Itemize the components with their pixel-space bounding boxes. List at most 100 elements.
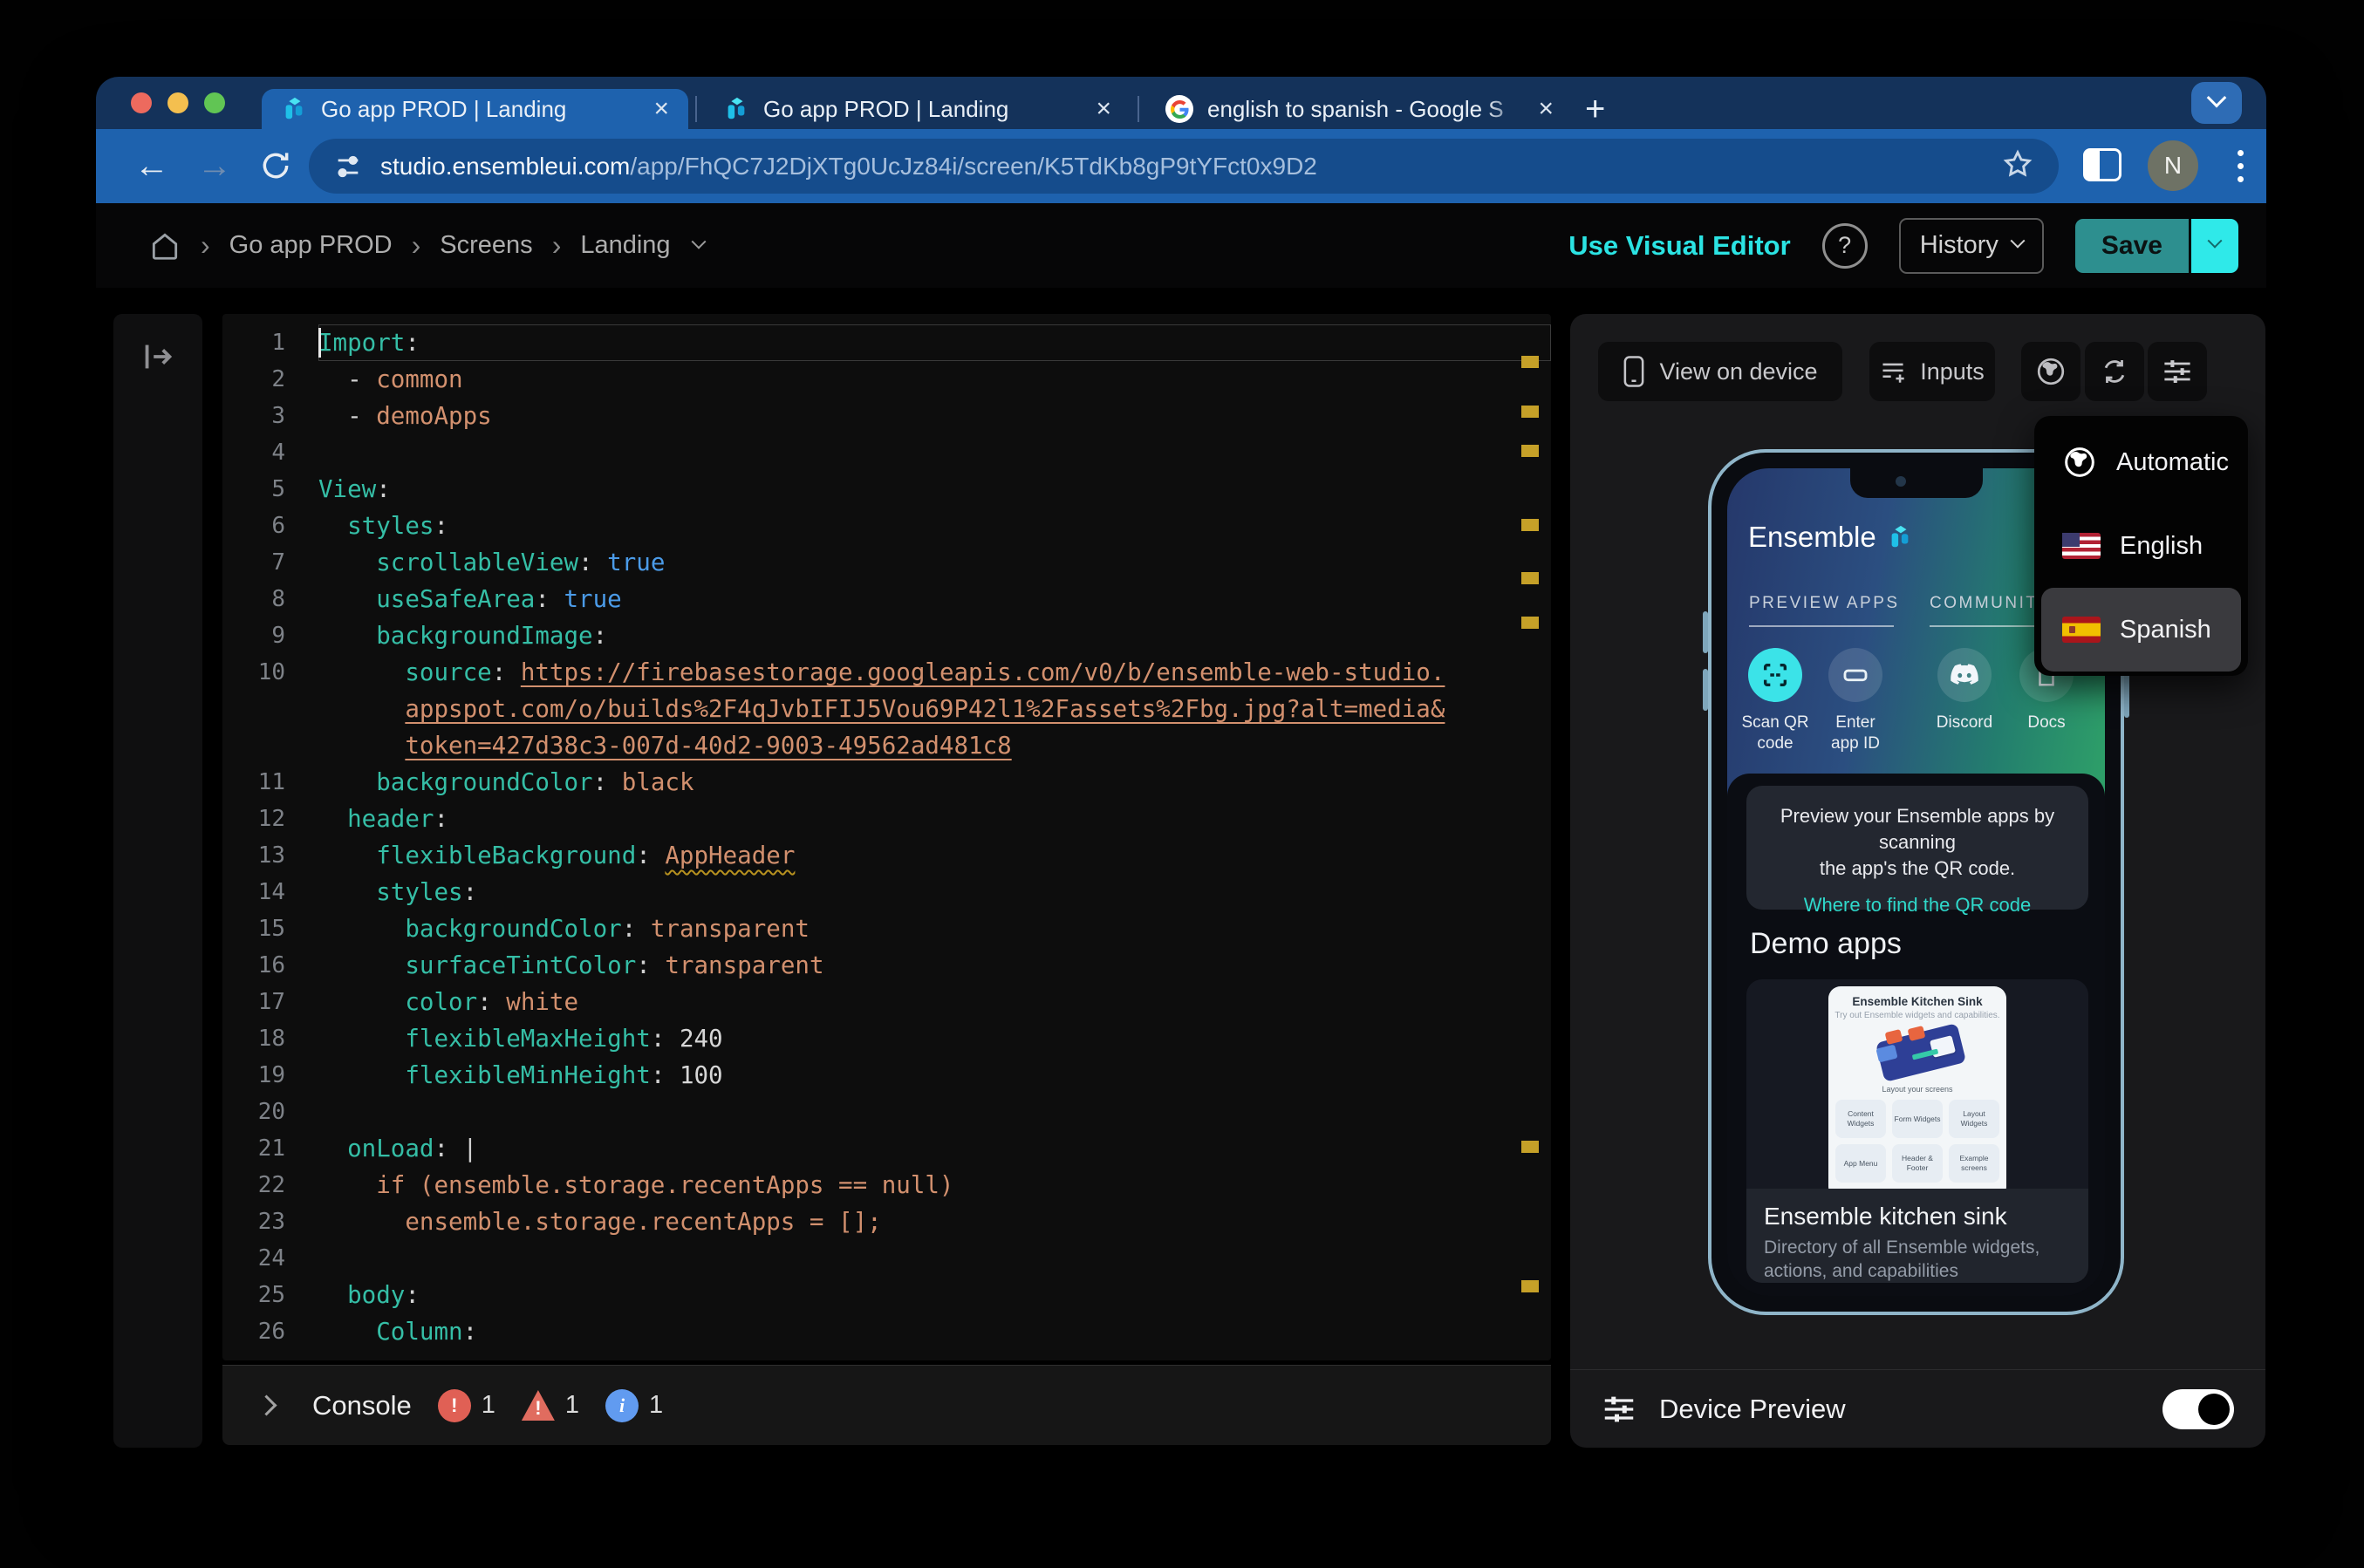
code-text: View: <box>318 475 391 503</box>
volume-down-button <box>1703 669 1708 711</box>
code-line[interactable]: 12 header: <box>222 801 1551 837</box>
url-text: studio.ensembleui.com/app/FhQC7J2DjXTg0U… <box>380 153 1317 181</box>
info-icon: i <box>605 1388 639 1422</box>
code-line[interactable]: 10 source: https://firebasestorage.googl… <box>222 654 1551 691</box>
warning-marker <box>1521 519 1539 531</box>
code-line[interactable]: 21 onLoad: | <box>222 1130 1551 1167</box>
save-button[interactable]: Save <box>2074 218 2189 273</box>
code-line[interactable]: 5 View: <box>222 471 1551 508</box>
content-sheet: Preview your Ensemble apps by scanning t… <box>1727 774 2105 1296</box>
code-text: token=427d38c3-007d-40d2-9003-49562ad481… <box>405 732 1012 760</box>
refresh-button[interactable] <box>2085 342 2144 401</box>
url-path: /app/FhQC7J2DjXTg0UcJz84i/screen/K5TdKb8… <box>630 152 1317 180</box>
sliders-icon <box>2164 360 2190 383</box>
qr-card-link[interactable]: Where to find the QR code <box>1746 894 2088 917</box>
code-line[interactable]: 25 body: <box>222 1277 1551 1313</box>
tab-close-icon[interactable]: × <box>1538 96 1554 122</box>
maximize-window-button[interactable] <box>204 92 225 113</box>
language-button[interactable] <box>2021 342 2080 401</box>
tab-close-icon[interactable]: × <box>653 96 669 122</box>
code-text: Column: <box>376 1318 478 1346</box>
code-line[interactable]: 15 backgroundColor: transparent <box>222 910 1551 947</box>
demo-app-description: Directory of all Ensemble widgets, actio… <box>1764 1237 2040 1281</box>
history-button[interactable]: History <box>1898 217 2044 274</box>
app-brand: Ensemble <box>1748 521 1913 554</box>
qr-info-card: Preview your Ensemble apps by scanning t… <box>1746 786 2088 916</box>
code-line[interactable]: 26 Column: <box>222 1313 1551 1350</box>
preview-settings-button[interactable] <box>2148 342 2207 401</box>
line-number: 7 <box>271 549 285 576</box>
inputs-button[interactable]: Inputs <box>1869 342 1995 401</box>
code-text: styles: <box>347 512 449 540</box>
demo-app-card[interactable]: Ensemble Kitchen Sink Try out Ensemble w… <box>1746 979 2088 1283</box>
code-line[interactable]: 2 - common <box>222 361 1551 398</box>
code-editor[interactable]: 1 Import: 2 - common 3 - demoApps 4 5 View: 6 s… <box>222 314 1551 1360</box>
code-line[interactable]: token=427d38c3-007d-40d2-9003-49562ad481… <box>222 727 1551 764</box>
code-line[interactable]: 1 Import: <box>222 324 1551 361</box>
widget-chip: Form Widgets <box>1892 1100 1943 1138</box>
console-infos[interactable]: i1 <box>605 1388 663 1422</box>
code-line[interactable]: 20 <box>222 1094 1551 1130</box>
use-visual-editor-link[interactable]: Use Visual Editor <box>1568 230 1790 262</box>
console-warnings[interactable]: ! 1 <box>521 1389 579 1422</box>
view-on-device-button[interactable]: View on device <box>1598 342 1842 401</box>
console-bar[interactable]: Console ! 1 ! 1 i1 <box>222 1365 1551 1445</box>
help-button[interactable]: ? <box>1821 222 1868 269</box>
code-line[interactable]: 7 scrollableView: true <box>222 544 1551 581</box>
browser-menu-button[interactable] <box>2223 143 2258 188</box>
minimize-window-button[interactable] <box>167 92 188 113</box>
console-errors[interactable]: ! 1 <box>437 1388 495 1422</box>
code-line[interactable]: 14 styles: <box>222 874 1551 910</box>
code-line[interactable]: 22 if (ensemble.storage.recentApps == nu… <box>222 1167 1551 1203</box>
phone-action-enter[interactable]: Enter app ID <box>1807 648 1903 754</box>
code-line[interactable]: 6 styles: <box>222 508 1551 544</box>
browser-tab[interactable]: english to spanish - Google S × <box>1146 89 1573 129</box>
demo-app-thumbnail: Ensemble Kitchen Sink Try out Ensemble w… <box>1828 986 2006 1199</box>
profile-avatar[interactable]: N <box>2148 140 2198 191</box>
code-line[interactable]: 23 ensemble.storage.recentApps = []; <box>222 1203 1551 1240</box>
breadcrumb-item[interactable]: Landing <box>580 231 670 260</box>
breadcrumb-item[interactable]: Screens <box>440 231 532 260</box>
device-preview-toggle[interactable] <box>2162 1389 2234 1429</box>
code-line[interactable]: 8 useSafeArea: true <box>222 581 1551 617</box>
code-line[interactable]: 3 - demoApps <box>222 398 1551 434</box>
code-line[interactable]: 18 flexibleMaxHeight: 240 <box>222 1020 1551 1057</box>
reload-button[interactable] <box>251 141 300 190</box>
language-option-spanish[interactable]: Spanish <box>2041 588 2241 672</box>
language-option-english[interactable]: English <box>2041 504 2241 588</box>
code-line[interactable]: 4 <box>222 434 1551 471</box>
collapsed-sidebar <box>113 314 202 1448</box>
home-icon[interactable] <box>148 229 181 262</box>
close-window-button[interactable] <box>131 92 152 113</box>
chevron-down-icon[interactable] <box>691 234 707 249</box>
breadcrumb-item[interactable]: Go app PROD <box>229 231 393 260</box>
site-settings-icon[interactable] <box>333 152 363 181</box>
tab-close-icon[interactable]: × <box>1096 96 1111 122</box>
language-option-automatic[interactable]: Automatic <box>2041 420 2241 504</box>
code-line[interactable]: 11 backgroundColor: black <box>222 764 1551 801</box>
side-panel-button[interactable] <box>2083 148 2121 181</box>
line-number: 8 <box>271 586 285 612</box>
expand-sidebar-button[interactable] <box>138 337 178 377</box>
address-bar[interactable]: studio.ensembleui.com/app/FhQC7J2DjXTg0U… <box>309 139 2059 194</box>
code-line[interactable]: appspot.com/o/builds%2F4qJvbIFIJ5Vou69P4… <box>222 691 1551 727</box>
code-line[interactable]: 17 color: white <box>222 984 1551 1020</box>
save-dropdown-button[interactable] <box>2191 218 2238 273</box>
code-line[interactable]: 19 flexibleMinHeight: 100 <box>222 1057 1551 1094</box>
line-number: 21 <box>257 1135 285 1162</box>
code-text: backgroundColor: transparent <box>405 915 810 943</box>
code-line[interactable]: 9 backgroundImage: <box>222 617 1551 654</box>
bookmark-star-button[interactable] <box>2001 147 2034 185</box>
globe-icon <box>2037 358 2065 385</box>
browser-tab[interactable]: Go app PROD | Landing × <box>262 89 688 129</box>
browser-tab[interactable]: Go app PROD | Landing × <box>704 89 1131 129</box>
code-line[interactable]: 13 flexibleBackground: AppHeader <box>222 837 1551 874</box>
code-line[interactable]: 16 surfaceTintColor: transparent <box>222 947 1551 984</box>
back-button[interactable]: ← <box>127 141 176 190</box>
forward-button[interactable]: → <box>190 141 239 190</box>
code-line[interactable]: 24 <box>222 1240 1551 1277</box>
chevron-right-icon[interactable] <box>256 1394 277 1416</box>
new-tab-button[interactable]: + <box>1585 92 1605 126</box>
tab-search-button[interactable] <box>2191 82 2242 124</box>
